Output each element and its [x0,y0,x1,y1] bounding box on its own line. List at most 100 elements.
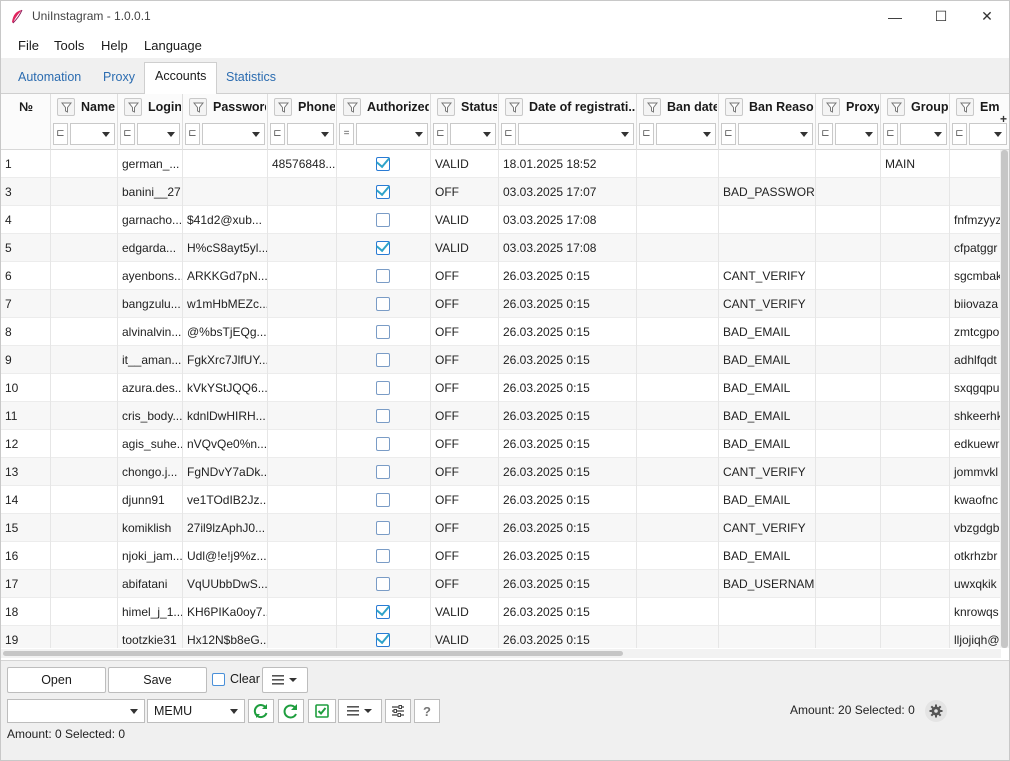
column-header-status[interactable]: Status ⊏ [431,94,499,150]
cell-name[interactable] [51,374,118,402]
group-combo[interactable] [7,699,145,723]
cell-status[interactable]: VALID [431,150,499,178]
help-button[interactable]: ? [414,699,440,723]
cell-group[interactable] [881,626,950,648]
cell-proxy[interactable] [816,234,881,262]
authorized-checkbox-checked[interactable] [376,157,390,171]
cell-authorized[interactable] [337,626,431,648]
cell-phone[interactable] [268,234,337,262]
cell-group[interactable] [881,290,950,318]
cell-proxy[interactable] [816,514,881,542]
cell-password[interactable]: VqUUbbDwS... [183,570,268,598]
horizontal-scroll-thumb[interactable] [3,651,623,656]
cell-password[interactable] [183,150,268,178]
table-row[interactable]: 17 abifatani VqUUbbDwS... OFF 26.03.2025 0:1… [1,570,1001,598]
table-row[interactable]: 18 himel_j_1... KH6PIKa0oy7... VALID 26.03.2… [1,598,1001,626]
cell-ban-date[interactable] [637,374,719,402]
cell-password[interactable]: H%cS8ayt5yl... [183,234,268,262]
cell-ban-date[interactable] [637,486,719,514]
cell-login[interactable]: edgarda... [118,234,183,262]
cell-proxy[interactable] [816,626,881,648]
cell-ban-date[interactable] [637,402,719,430]
column-header-date-of-registrati[interactable]: Date of registrati... ⊏ [499,94,637,150]
horizontal-scrollbar[interactable] [1,649,1001,658]
cell-n[interactable]: 3 [1,178,51,206]
cell-password[interactable]: Udl@!e!j9%z... [183,542,268,570]
cell-password[interactable]: FgNDvY7aDk... [183,458,268,486]
cell-name[interactable] [51,570,118,598]
authorized-checkbox[interactable] [376,353,390,367]
filter-operator-button[interactable]: ⊏ [120,123,135,145]
maximize-button[interactable]: ☐ [918,1,964,32]
add-column-icon[interactable]: + [1000,112,1007,126]
cell-proxy[interactable] [816,178,881,206]
table-row[interactable]: 6 ayenbons... ARKKGd7pN... OFF 26.03.2025 0:… [1,262,1001,290]
filter-icon[interactable] [822,98,840,116]
cell-phone[interactable] [268,402,337,430]
column-header-group[interactable]: Group ⊏ [881,94,950,150]
table-row[interactable]: 3 banini__27 OFF 03.03.2025 17:07 BAD_PASSWO… [1,178,1001,206]
cell-ban-reason[interactable]: BAD_EMAIL [719,346,816,374]
cell-n[interactable]: 19 [1,626,51,648]
filter-icon[interactable] [57,98,75,116]
cell-status[interactable]: OFF [431,458,499,486]
cell-group[interactable] [881,430,950,458]
cell-ban-date[interactable] [637,598,719,626]
cell-authorized[interactable] [337,430,431,458]
cell-phone[interactable] [268,290,337,318]
cell-name[interactable] [51,150,118,178]
filter-dropdown[interactable] [900,123,947,145]
table-row[interactable]: 16 njoki_jam... Udl@!e!j9%z... OFF 26.03.202… [1,542,1001,570]
cell-login[interactable]: alvinalvin... [118,318,183,346]
cell-email[interactable]: lljojiqh@ [950,626,1001,648]
cell-status[interactable]: OFF [431,262,499,290]
table-row[interactable]: 9 it__aman... FgkXrc7JlfUY... OFF 26.03.2025… [1,346,1001,374]
cell-login[interactable]: abifatani [118,570,183,598]
settings-sliders-button[interactable] [385,699,411,723]
cell-n[interactable]: 4 [1,206,51,234]
column-header-authorized[interactable]: Authorized = [337,94,431,150]
authorized-checkbox-checked[interactable] [376,605,390,619]
tab-statistics[interactable]: Statistics [216,64,286,94]
tab-proxy[interactable]: Proxy [93,64,145,94]
cell-ban-reason[interactable]: BAD_EMAIL [719,486,816,514]
cell-phone[interactable] [268,626,337,648]
cell-login[interactable]: ayenbons... [118,262,183,290]
filter-dropdown[interactable] [518,123,634,145]
cell-name[interactable] [51,514,118,542]
cell-email[interactable]: kwaofnc [950,486,1001,514]
cell-ban-reason[interactable] [719,206,816,234]
table-row[interactable]: 8 alvinalvin... @%bsTjEQg... OFF 26.03.2025 … [1,318,1001,346]
cell-date[interactable]: 26.03.2025 0:15 [499,402,637,430]
filter-dropdown[interactable] [137,123,180,145]
filter-icon[interactable] [343,98,361,116]
cell-status[interactable]: VALID [431,234,499,262]
cell-ban-reason[interactable]: CANT_VERIFY [719,458,816,486]
cell-email[interactable]: zmtcgpo [950,318,1001,346]
clear-checkbox[interactable] [212,673,225,686]
cell-n[interactable]: 13 [1,458,51,486]
cell-group[interactable] [881,234,950,262]
cell-authorized[interactable] [337,486,431,514]
filter-icon[interactable] [505,98,523,116]
cell-name[interactable] [51,318,118,346]
filter-icon[interactable] [887,98,905,116]
cell-status[interactable]: OFF [431,178,499,206]
cell-phone[interactable] [268,514,337,542]
cell-email[interactable]: uwxqkik [950,570,1001,598]
cell-email[interactable]: jommvkl [950,458,1001,486]
vertical-scroll-thumb[interactable] [1001,150,1008,648]
authorized-checkbox[interactable] [376,381,390,395]
cell-authorized[interactable] [337,570,431,598]
tab-automation[interactable]: Automation [8,64,91,94]
cell-ban-reason[interactable] [719,234,816,262]
device-combo[interactable]: MEMU [147,699,245,723]
cell-phone[interactable] [268,486,337,514]
cell-ban-date[interactable] [637,458,719,486]
cell-ban-date[interactable] [637,542,719,570]
cell-group[interactable] [881,374,950,402]
filter-dropdown[interactable] [450,123,496,145]
cell-ban-date[interactable] [637,318,719,346]
cell-authorized[interactable] [337,150,431,178]
authorized-checkbox[interactable] [376,269,390,283]
